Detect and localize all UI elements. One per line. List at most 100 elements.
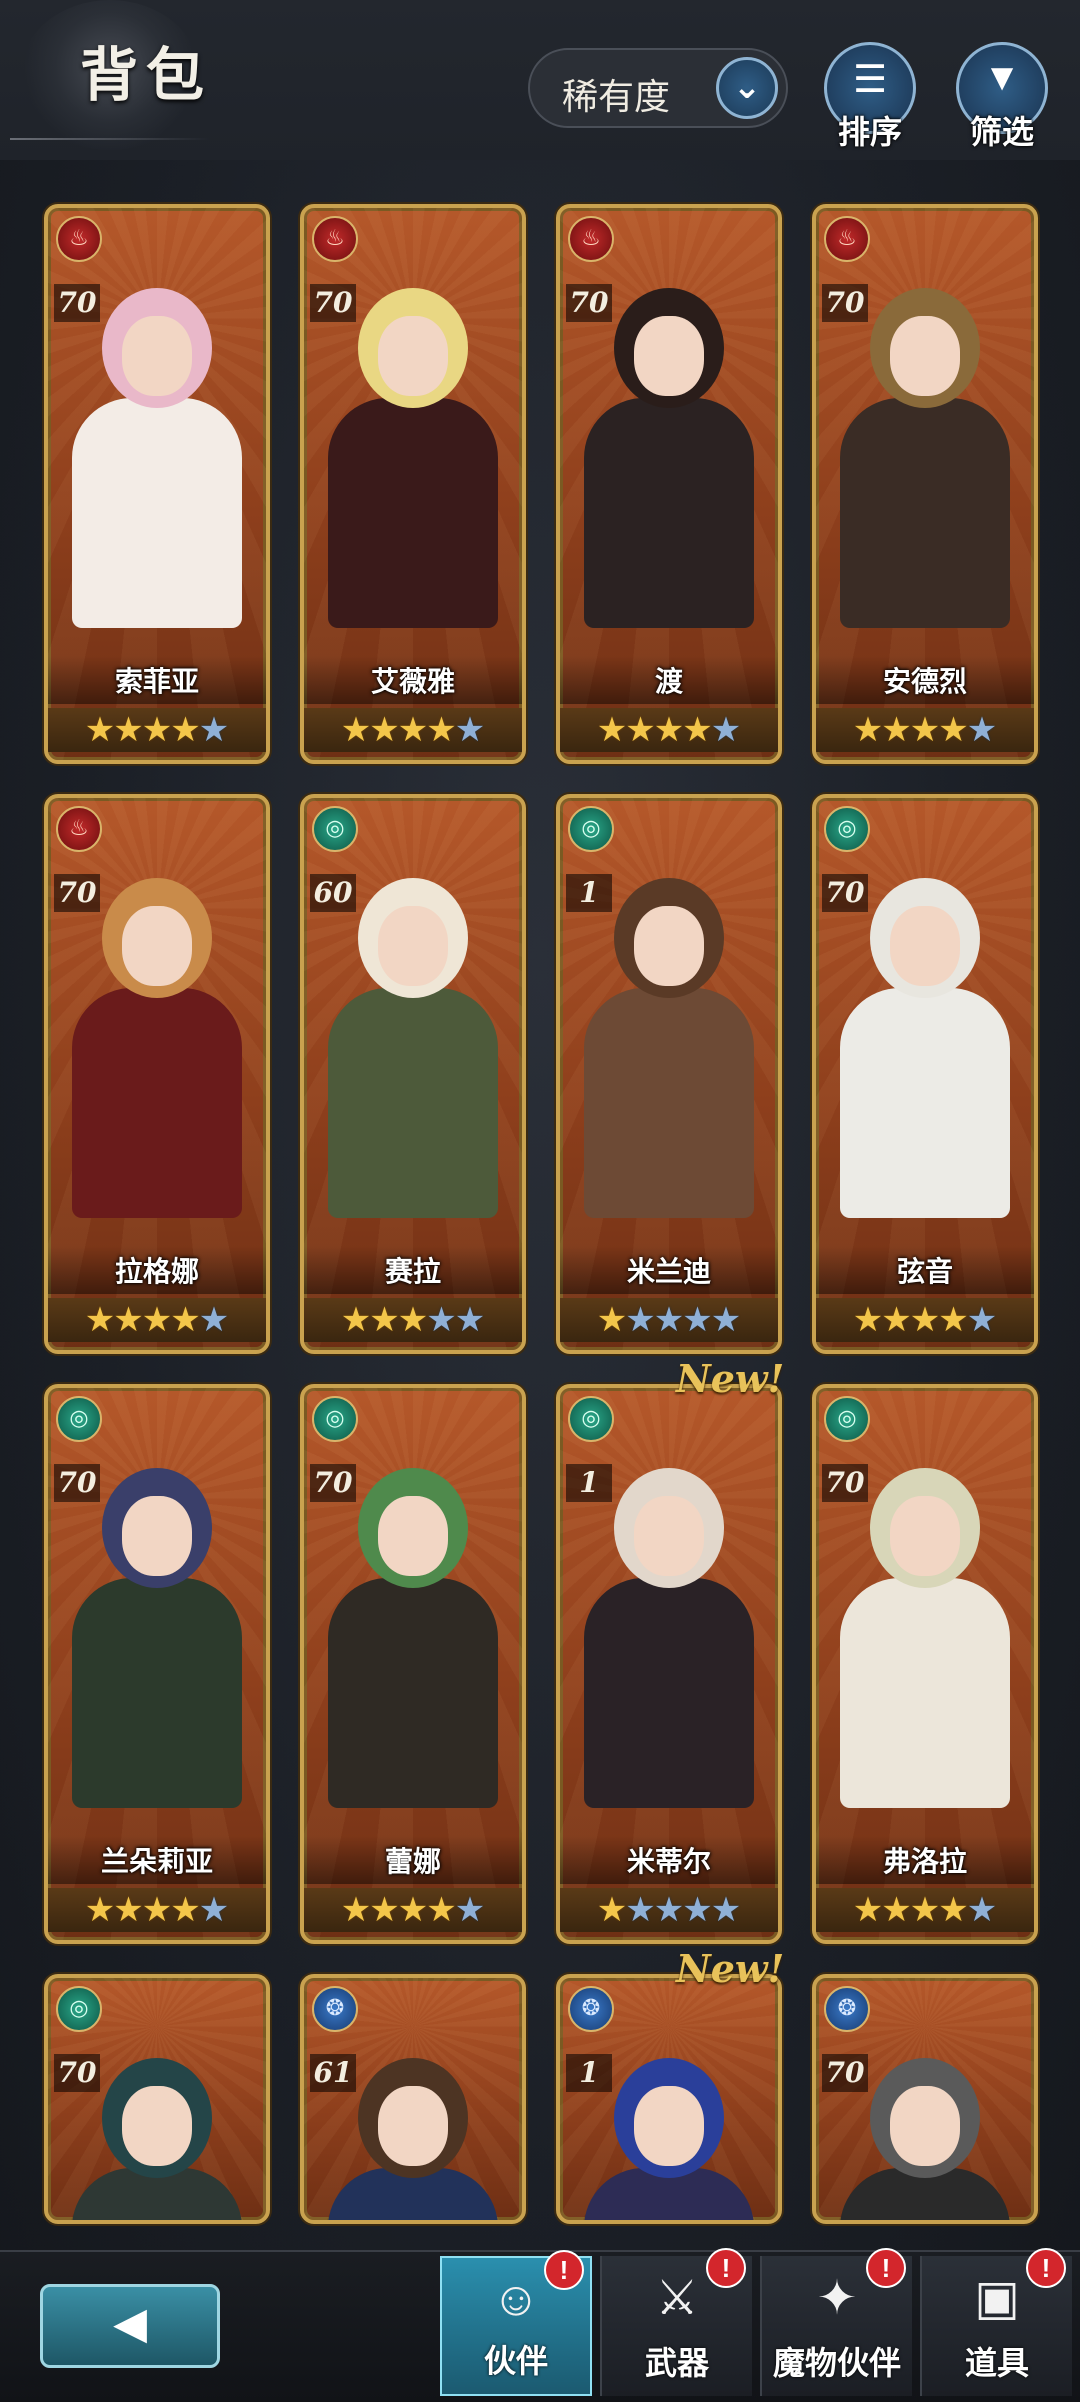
- character-name: 拉格娜: [48, 1246, 266, 1294]
- back-button[interactable]: ◀: [40, 2284, 220, 2368]
- sort-button[interactable]: ☰ 排序: [824, 42, 916, 150]
- star-icon: ★: [710, 1301, 742, 1339]
- portrait-outfit: [840, 988, 1010, 1218]
- portrait-face: [378, 906, 448, 986]
- star-icon: ★: [966, 711, 998, 749]
- star-icon: ★: [710, 711, 742, 749]
- tab-companions[interactable]: ☺ 伙伴 !: [440, 2250, 592, 2396]
- star-rating: ★★★★★: [816, 1298, 1034, 1342]
- star-icon: ★: [397, 1301, 429, 1339]
- character-name: 赛拉: [304, 1246, 522, 1294]
- star-icon: ★: [397, 1891, 429, 1929]
- star-icon: ★: [113, 1891, 144, 1929]
- character-name: 索菲亚: [48, 656, 266, 704]
- star-icon: ★: [852, 711, 884, 749]
- star-icon: ★: [625, 1301, 656, 1339]
- star-icon: ★: [113, 1301, 144, 1339]
- companion-card[interactable]: ◎ 70 弦音 ★★★★★: [812, 794, 1038, 1354]
- character-name: 蕾娜: [304, 1836, 522, 1884]
- companion-card[interactable]: ♨ 70 安德烈 ★★★★★: [812, 204, 1038, 764]
- level-badge: 70: [310, 284, 356, 322]
- page-title: 背包: [80, 41, 213, 109]
- companion-card[interactable]: ♨ 70 艾薇雅 ★★★★★: [300, 204, 526, 764]
- star-icon: ★: [340, 1301, 372, 1339]
- sort-criteria-select[interactable]: 稀有度 ⌄: [528, 48, 788, 128]
- portrait-face: [890, 316, 960, 396]
- companion-card[interactable]: ◎ 60 赛拉 ★★★★★: [300, 794, 526, 1354]
- star-icon: ★: [84, 711, 116, 749]
- star-icon: ★: [84, 1891, 116, 1929]
- star-icon: ★: [596, 1301, 628, 1339]
- tab-label: 武器: [644, 2345, 709, 2381]
- companion-card[interactable]: ◎ 70 蕾娜 ★★★★★: [300, 1384, 526, 1944]
- star-icon: ★: [596, 711, 628, 749]
- character-portrait: [324, 1448, 502, 1850]
- companion-card[interactable]: ◎ 1 米兰迪 ★★★★★: [556, 794, 782, 1354]
- portrait-face: [634, 1496, 704, 1576]
- portrait-face: [634, 2086, 704, 2166]
- fire-element-icon: ♨: [312, 216, 358, 262]
- tab-monster-companions[interactable]: ✦ 魔物伙伴 !: [760, 2248, 912, 2396]
- wind-element-icon: ◎: [568, 806, 614, 852]
- star-icon: ★: [938, 1891, 969, 1929]
- star-icon: ★: [966, 1301, 998, 1339]
- portrait-outfit: [840, 1578, 1010, 1808]
- star-icon: ★: [369, 711, 400, 749]
- character-name: 米蒂尔: [560, 1836, 778, 1884]
- sort-button-label: 排序: [837, 114, 902, 150]
- companion-card[interactable]: ♨ 70 拉格娜 ★★★★★: [44, 794, 270, 1354]
- character-name: 安德烈: [816, 656, 1034, 704]
- level-badge: 70: [822, 2054, 868, 2092]
- filter-icon: ▼: [983, 57, 1021, 99]
- companion-card[interactable]: ◎ 1 米蒂尔 ★★★★★: [556, 1384, 782, 1944]
- level-badge: 70: [310, 1464, 356, 1502]
- portrait-outfit: [72, 398, 242, 628]
- level-badge: 70: [54, 284, 100, 322]
- character-portrait: [68, 1448, 246, 1850]
- fire-element-icon: ♨: [56, 806, 102, 852]
- level-badge: 70: [822, 874, 868, 912]
- character-portrait: [324, 858, 502, 1260]
- water-element-icon: ❂: [824, 1986, 870, 2032]
- star-icon: ★: [909, 1301, 941, 1339]
- tab-weapons[interactable]: ⚔ 武器 !: [600, 2248, 752, 2396]
- star-icon: ★: [198, 711, 230, 749]
- portrait-outfit: [72, 1578, 242, 1808]
- character-name: 兰朵莉亚: [48, 1836, 266, 1884]
- star-rating: ★★★★★: [304, 1298, 522, 1342]
- character-name: 米兰迪: [560, 1246, 778, 1294]
- character-portrait: [836, 858, 1014, 1260]
- level-badge: 70: [54, 2054, 100, 2092]
- tab-label: 伙伴: [483, 2343, 548, 2379]
- portrait-face: [634, 906, 704, 986]
- back-arrow-icon: ◀: [113, 2299, 147, 2348]
- companion-card[interactable]: ◎ 70 弗洛拉 ★★★★★: [812, 1384, 1038, 1944]
- companion-card[interactable]: ❂ 70: [812, 1974, 1038, 2224]
- star-icon: ★: [369, 1891, 400, 1929]
- portrait-face: [634, 316, 704, 396]
- portrait-outfit: [328, 1578, 498, 1808]
- character-portrait: [324, 268, 502, 670]
- character-portrait: [580, 858, 758, 1260]
- fire-element-icon: ♨: [824, 216, 870, 262]
- companion-card[interactable]: ◎ 70: [44, 1974, 270, 2224]
- companion-card[interactable]: ♨ 70 渡 ★★★★★: [556, 204, 782, 764]
- tab-items[interactable]: ▣ 道具 !: [920, 2248, 1072, 2396]
- fire-element-icon: ♨: [56, 216, 102, 262]
- companion-card[interactable]: ❂ 61: [300, 1974, 526, 2224]
- companion-card[interactable]: ◎ 70 兰朵莉亚 ★★★★★: [44, 1384, 270, 1944]
- star-icon: ★: [426, 1301, 457, 1339]
- character-portrait: [68, 858, 246, 1260]
- character-portrait: [580, 1448, 758, 1850]
- chevron-down-icon[interactable]: ⌄: [716, 57, 778, 119]
- companion-card[interactable]: ♨ 70 索菲亚 ★★★★★: [44, 204, 270, 764]
- companion-card[interactable]: ❂ 1: [556, 1974, 782, 2224]
- star-icon: ★: [141, 1891, 173, 1929]
- star-icon: ★: [938, 711, 969, 749]
- character-portrait: [836, 1448, 1014, 1850]
- star-icon: ★: [938, 1301, 969, 1339]
- filter-button[interactable]: ▼ 筛选: [956, 42, 1048, 150]
- filter-button-label: 筛选: [969, 114, 1034, 150]
- level-badge: 60: [310, 874, 356, 912]
- wind-element-icon: ◎: [56, 1986, 102, 2032]
